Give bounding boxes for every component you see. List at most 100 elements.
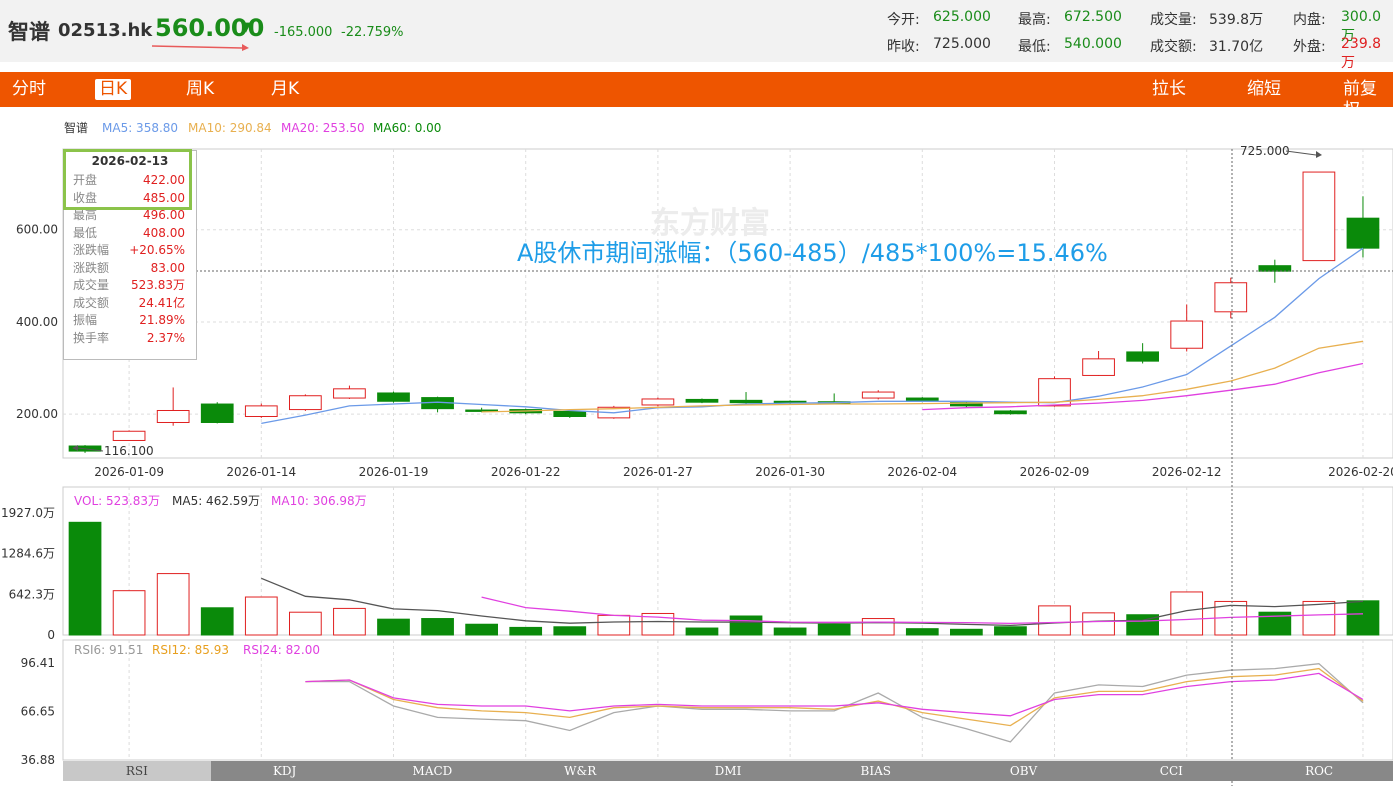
candle-down: [465, 409, 498, 412]
indicator-tab-dmi[interactable]: DMI: [654, 761, 802, 781]
indicator-tab-rsi[interactable]: RSI: [63, 761, 211, 781]
tab-monthly-k[interactable]: 月K: [267, 79, 303, 100]
x-tick-label: 2026-02-09: [1020, 465, 1090, 479]
candle-up: [597, 406, 631, 419]
candle-up: [333, 388, 366, 399]
stat-value: 539.8万: [1209, 12, 1264, 28]
vol-legend-ma5: MA5: 462.59万: [172, 494, 260, 508]
tooltip-value: 83.00: [150, 260, 185, 275]
ma20-legend: MA20: 253.50: [281, 121, 365, 135]
candle-down: [905, 397, 939, 402]
price-change: -165.000: [274, 25, 333, 40]
candle-up: [1302, 171, 1336, 262]
volume-ma5-line: [261, 577, 1364, 627]
stat-label: 成交量:: [1150, 12, 1197, 28]
volume-ma10-line: [481, 596, 1364, 625]
zoom-out-button[interactable]: 缩短: [1243, 79, 1285, 100]
candle-down: [421, 397, 454, 410]
candle-down: [685, 398, 719, 403]
price-change-pct: -22.759%: [341, 25, 404, 40]
volume-bar: [68, 521, 102, 636]
tooltip-date: 2026-02-13: [91, 154, 169, 168]
tooltip-label: 涨跌额: [73, 260, 110, 275]
candle-down: [817, 401, 851, 405]
tooltip-value: 408.00: [143, 225, 185, 240]
rsi-tick-label: 96.41: [21, 656, 55, 670]
volume-bar: [1038, 605, 1071, 636]
ma-legend: 智谱 MA5: 358.80 MA10: 290.84 MA20: 253.50…: [64, 120, 441, 135]
rsi6-legend: RSI6: 91.51: [74, 643, 143, 657]
candle-up: [1170, 320, 1204, 349]
tooltip-label: 振幅: [73, 313, 98, 327]
tooltip-label: 开盘: [73, 173, 98, 187]
rsi-tick-label: 36.88: [21, 753, 55, 767]
rsi24-line: [305, 672, 1364, 717]
price-down-arrow-icon: ▼: [241, 20, 251, 35]
price-panel-frame: [62, 148, 1393, 459]
indicator-tab-obv[interactable]: OBV: [950, 761, 1098, 781]
tooltip-row: 成交量 523.83万: [64, 277, 196, 295]
candle-up: [289, 395, 322, 411]
volume-bar: [861, 618, 895, 636]
volume-panel-frame: [62, 486, 1393, 636]
volume-bar: [200, 607, 234, 636]
candle-tooltip: 2026-02-13 开盘 422.00 收盘 485.00 最高 496.00 最低 408…: [63, 150, 197, 360]
candle-up: [641, 398, 675, 406]
candle-down: [994, 410, 1027, 415]
stat-value: 625.000: [933, 9, 991, 25]
kline-chart[interactable]: 东方财富 200.00400.00600.00 2026-01-09 2026-0…: [0, 0, 1393, 786]
tab-daily-k[interactable]: 日K: [95, 79, 132, 100]
tab-weekly-k[interactable]: 周K: [182, 79, 218, 100]
ma10-line: [481, 340, 1364, 413]
volume-bar: [553, 626, 587, 636]
volume-bar: [729, 615, 763, 636]
tooltip-value: 2.37%: [146, 330, 185, 345]
rsi-tick-label: 66.65: [21, 704, 55, 718]
tooltip-label: 成交量: [73, 278, 110, 292]
price-tick-label: 400.00: [16, 315, 58, 329]
stat-value: 672.500: [1064, 9, 1122, 25]
candle-down: [773, 400, 807, 404]
stat-label: 最低:: [1018, 39, 1051, 55]
x-tick-label: 2026-01-19: [359, 465, 429, 479]
rsi12-line: [305, 667, 1364, 727]
candle-up: [1082, 358, 1115, 376]
zoom-in-button[interactable]: 拉长: [1148, 79, 1190, 100]
stat-value: 31.70亿: [1209, 39, 1264, 55]
x-tick-label: 2026-01-14: [226, 465, 296, 479]
adjust-forward-button[interactable]: 前复权: [1339, 79, 1393, 121]
tab-intraday[interactable]: 分时: [8, 79, 50, 100]
candle-up: [244, 405, 278, 417]
ma20-line: [922, 362, 1364, 411]
candle-down: [950, 402, 983, 407]
tooltip-row: 涨跌幅 +20.65%: [64, 242, 196, 260]
tooltip-value: 21.89%: [139, 313, 185, 327]
tooltip-value: 24.41亿: [138, 295, 185, 310]
quote-header: 智谱 02513.hk 560.000 ▼ -165.000 -22.759% …: [0, 0, 1393, 71]
rsi6-line: [305, 663, 1364, 743]
indicator-tab-roc[interactable]: ROC: [1245, 761, 1393, 781]
candle-down: [68, 445, 102, 452]
tooltip-value: 485.00: [143, 190, 185, 205]
stat-label: 内盘:: [1293, 12, 1326, 28]
tooltip-row: 最高 496.00: [64, 207, 196, 225]
volume-bar: [817, 623, 851, 636]
volume-bar: [1126, 614, 1159, 636]
indicator-tab-kdj[interactable]: KDJ: [211, 761, 359, 781]
volume-bar: [465, 623, 498, 636]
volume-tick-label: 1927.0万: [1, 506, 55, 520]
volume-tick-label: 1284.6万: [1, 547, 55, 561]
indicator-tab-macd[interactable]: MACD: [359, 761, 507, 781]
vol-legend-vol: VOL: 523.83万: [74, 494, 160, 508]
indicator-tab-bias[interactable]: BIAS: [802, 761, 950, 781]
candle-down: [377, 392, 410, 402]
stat-value: 239.8万: [1341, 36, 1382, 71]
indicator-tab-wr[interactable]: W&R: [506, 761, 654, 781]
candle-up: [1038, 378, 1071, 407]
tooltip-label: 换手率: [73, 330, 110, 345]
volume-bar: [773, 627, 807, 636]
ma-legend-name: 智谱: [64, 120, 88, 135]
tooltip-label: 最低: [73, 225, 98, 240]
indicator-tab-cci[interactable]: CCI: [1097, 761, 1245, 781]
volume-bar: [244, 596, 278, 636]
